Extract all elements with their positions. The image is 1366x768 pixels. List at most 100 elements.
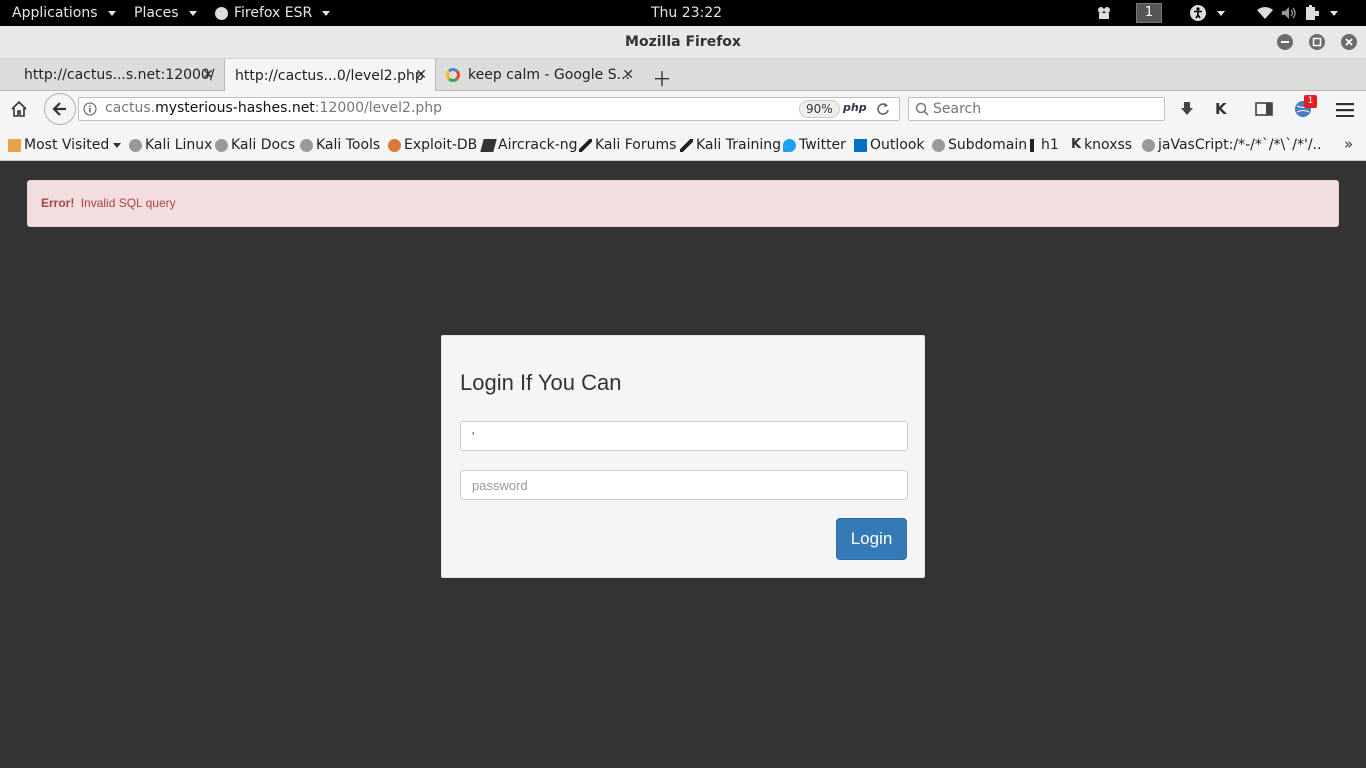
workspace-indicator[interactable]: 1	[1136, 3, 1162, 23]
globe-icon	[215, 138, 228, 152]
back-button[interactable]	[44, 93, 76, 125]
bookmark-twitter[interactable]: Twitter	[783, 135, 846, 155]
bookmark-kali-forums[interactable]: Kali Forums	[579, 135, 676, 155]
login-title: Login If You Can	[460, 370, 622, 395]
close-tab-icon[interactable]: ✕	[622, 67, 634, 83]
close-window-button[interactable]	[1341, 34, 1357, 50]
battery-icon	[1306, 5, 1319, 20]
google-icon	[446, 68, 460, 82]
bookmark-label: Outlook	[870, 137, 925, 153]
reload-icon	[877, 103, 889, 115]
home-button[interactable]	[10, 100, 28, 122]
accessibility-menu[interactable]	[1189, 0, 1225, 26]
tab-2[interactable]: http://cactus...0/level2.php ✕	[224, 59, 436, 92]
places-menu[interactable]: Places	[134, 0, 197, 26]
search-input[interactable]	[933, 99, 1161, 119]
bookmark-h1[interactable]: h1	[1030, 135, 1059, 155]
close-icon	[1345, 38, 1353, 46]
window-titlebar: Mozilla Firefox	[0, 26, 1366, 59]
php-extension-icon[interactable]: php	[843, 101, 867, 114]
bookmark-javascript[interactable]: jaVasCript:/*-/*`/*\`/*'/...	[1142, 135, 1322, 155]
bookmark-subdomain[interactable]: Subdomain	[932, 135, 1027, 155]
home-icon	[11, 100, 27, 117]
bookmark-label: Subdomain	[948, 137, 1028, 153]
minimize-button[interactable]	[1277, 34, 1293, 50]
tab-label: http://cactus...0/level2.php	[235, 67, 424, 84]
minimize-icon	[1281, 41, 1289, 43]
bookmarks-toolbar: Most Visited Kali Linux Kali Docs Kali T…	[0, 129, 1366, 161]
bookmark-label: Exploit-DB	[404, 137, 478, 153]
bookmark-label: Kali Tools	[316, 137, 381, 153]
sidebar-button[interactable]	[1255, 101, 1273, 121]
tab-label: keep calm - Google S...	[468, 67, 630, 83]
chevron-down-icon	[322, 10, 331, 16]
window-title: Mozilla Firefox	[625, 34, 741, 50]
applications-menu[interactable]: Applications	[12, 0, 116, 26]
bookmark-kali-docs[interactable]: Kali Docs	[215, 135, 295, 155]
bookmark-label: Kali Linux	[145, 137, 213, 153]
exploit-db-icon	[388, 138, 401, 152]
bookmark-label: Most Visited	[24, 137, 110, 153]
kali-dragon-icon	[680, 138, 693, 152]
accessibility-icon	[1190, 5, 1206, 21]
bookmark-aircrack-ng[interactable]: Aircrack-ng	[480, 135, 578, 155]
firefox-esr-menu[interactable]: Firefox ESR	[215, 0, 331, 26]
knoxss-extension-icon[interactable]: K	[1215, 100, 1227, 118]
bookmark-kali-linux[interactable]: Kali Linux	[129, 135, 212, 155]
login-button[interactable]: Login	[836, 518, 907, 560]
zoom-indicator[interactable]: 90%	[799, 100, 840, 118]
alert-message: Invalid SQL query	[80, 196, 176, 210]
new-tab-button[interactable]: ＋	[652, 63, 672, 92]
outlook-icon	[854, 138, 867, 152]
bookmark-kali-tools[interactable]: Kali Tools	[300, 135, 380, 155]
video-camera-icon[interactable]	[1096, 0, 1112, 26]
chevron-down-icon	[1330, 10, 1338, 16]
menu-button[interactable]	[1336, 102, 1354, 121]
system-status-menu[interactable]	[1256, 0, 1338, 26]
chevron-down-icon	[113, 142, 122, 148]
url-bar[interactable]: cactus.mysterious-hashes.net:12000/level…	[78, 97, 900, 121]
clock[interactable]: Thu 23:22	[651, 0, 722, 26]
bookmark-knoxss[interactable]: K knoxss	[1071, 135, 1132, 155]
alert-strong-text: Error!	[41, 196, 75, 210]
sidebar-icon	[1255, 102, 1273, 116]
downloads-button[interactable]	[1179, 101, 1195, 121]
globe-icon	[1142, 138, 1155, 152]
close-tab-icon[interactable]: ✕	[202, 67, 214, 83]
extension-globe-button[interactable]: 1	[1294, 95, 1317, 122]
tab-label: http://cactus...s.net:12000/	[24, 67, 215, 83]
bookmark-label: h1	[1041, 137, 1059, 153]
globe-icon	[300, 138, 313, 152]
notification-badge: 1	[1304, 95, 1317, 108]
more-bookmarks-icon[interactable]: »	[1344, 135, 1353, 153]
bookmark-kali-training[interactable]: Kali Training	[680, 135, 781, 155]
hackerone-icon	[1030, 138, 1034, 152]
volume-icon	[1282, 7, 1296, 19]
bookmark-label: knoxss	[1084, 137, 1133, 153]
download-icon	[1181, 102, 1193, 115]
tab-strip: http://cactus...s.net:12000/ ✕ http://ca…	[0, 59, 1366, 92]
password-input[interactable]	[460, 470, 908, 500]
close-tab-icon[interactable]: ✕	[415, 67, 427, 83]
tab-3[interactable]: keep calm - Google S... ✕	[436, 59, 642, 91]
folder-icon	[8, 138, 21, 152]
knoxss-icon: K	[1071, 137, 1082, 152]
maximize-button[interactable]	[1309, 34, 1325, 50]
bookmark-label: Kali Training	[696, 137, 781, 153]
kali-dragon-icon	[579, 138, 592, 152]
info-icon[interactable]	[83, 102, 97, 120]
bookmark-label: Aircrack-ng	[498, 137, 578, 153]
bookmark-most-visited[interactable]: Most Visited	[8, 135, 122, 155]
bookmark-exploit-db[interactable]: Exploit-DB	[388, 135, 477, 155]
tab-1[interactable]: http://cactus...s.net:12000/ ✕	[14, 59, 222, 91]
chevron-down-icon	[1217, 10, 1225, 16]
url-domain: mysterious-hashes.net	[155, 100, 315, 116]
bookmark-outlook[interactable]: Outlook	[854, 135, 925, 155]
error-alert: Error! Invalid SQL query	[27, 180, 1339, 227]
reload-button[interactable]	[876, 102, 890, 120]
places-label: Places	[134, 5, 179, 21]
username-input[interactable]	[460, 421, 908, 451]
url-path: :12000/level2.php	[314, 100, 443, 116]
search-bar[interactable]	[908, 97, 1165, 121]
url-text: cactus.mysterious-hashes.net:12000/level…	[105, 100, 442, 116]
